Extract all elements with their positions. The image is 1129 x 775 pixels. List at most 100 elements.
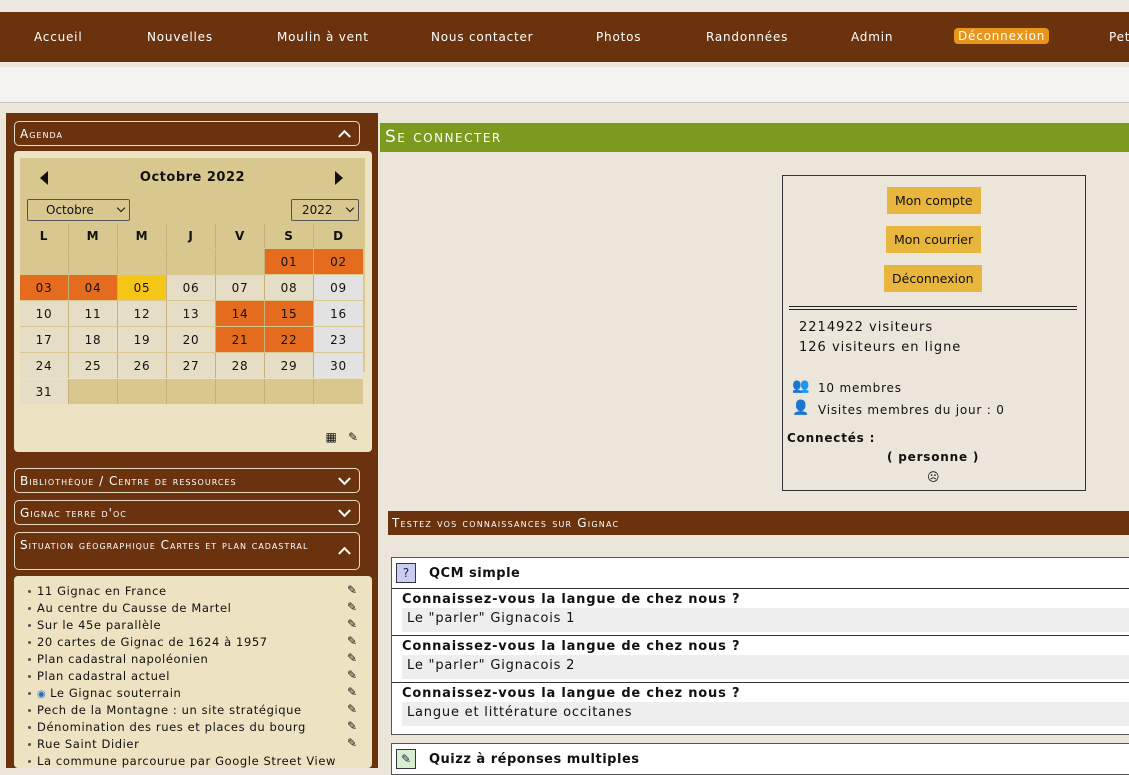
calendar-day[interactable]: 23 [314,327,363,352]
month-select[interactable]: Octobre [27,199,130,221]
list-item-label: Plan cadastral napoléonien [37,652,209,666]
calendar-day[interactable]: 04 [69,275,118,300]
calendar-day[interactable]: 05 [118,275,167,300]
calendar-empty-cell [216,379,265,404]
calendar-week: 01 02 [20,249,366,275]
list-item[interactable]: ◉ Le Gignac souterrain [28,686,181,700]
my-mail-button[interactable]: Mon courrier [886,226,982,253]
calendar-day[interactable]: 15 [265,301,314,326]
accordion-gignac-oc[interactable]: Gignac terre d'oc [14,500,360,525]
nav-randonnees[interactable]: Randonnées [706,30,788,44]
list-item[interactable]: Dénomination des rues et places du bourg [28,720,306,734]
calendar-day[interactable]: 10 [20,301,69,326]
calendar-day[interactable]: 03 [20,275,69,300]
calendar-day[interactable]: 25 [69,353,118,378]
list-item[interactable]: Pech de la Montagne : un site stratégiqu… [28,703,302,717]
edit-icon[interactable]: ✎ [347,651,357,665]
list-item[interactable]: Plan cadastral napoléonien [28,652,208,666]
accordion-bibliotheque[interactable]: Bibliothèque / Centre de ressources [14,468,360,493]
calendar-day[interactable]: 02 [314,249,363,274]
year-select[interactable]: 2022 [291,199,359,221]
edit-icon[interactable]: ✎ [347,702,357,716]
quiz-edit-icon: ✎ [396,749,416,769]
edit-icon[interactable]: ✎ [348,430,358,444]
nav-pet[interactable]: Pet [1109,30,1129,44]
nav-deconnexion[interactable]: Déconnexion [954,28,1050,44]
nav-moulin[interactable]: Moulin à vent [277,30,369,44]
member-visits: Visites membres du jour : 0 [818,403,1005,417]
calendar-empty-cell [265,379,314,404]
month-select-value: Octobre [46,203,94,217]
calendar-day[interactable]: 29 [265,353,314,378]
bullet-icon [28,624,31,627]
quiz-question[interactable]: Connaissez-vous la langue de chez nous ? [402,639,740,654]
quiz-question[interactable]: Connaissez-vous la langue de chez nous ? [402,686,740,701]
calendar-day[interactable]: 16 [314,301,363,326]
list-item[interactable]: 11 Gignac en France [28,584,167,598]
calendar-day[interactable]: 13 [167,301,216,326]
calendar-day[interactable]: 20 [167,327,216,352]
edit-icon[interactable]: ✎ [347,634,357,648]
login-panel: Mon compte Mon courrier Déconnexion 2214… [782,175,1086,491]
calendar-day[interactable]: 01 [265,249,314,274]
nav-admin[interactable]: Admin [851,30,893,44]
calendar-day[interactable]: 07 [216,275,265,300]
edit-icon[interactable]: ✎ [347,719,357,733]
next-month-icon[interactable] [335,171,343,185]
list-item[interactable]: Plan cadastral actuel [28,669,170,683]
edit-icon[interactable]: ✎ [347,583,357,597]
calendar-empty-cell [69,249,118,274]
calendar: Octobre 2022 Octobre 2022 L M M J V S D 01 02 03 0… [14,151,372,452]
calendar-day[interactable]: 09 [314,275,363,300]
quiz-answer-link[interactable]: Le "parler" Gignacois 1 [402,608,1129,632]
edit-icon[interactable]: ✎ [347,736,357,750]
list-item[interactable]: Sur le 45e parallèle [28,618,161,632]
calendar-day[interactable]: 27 [167,353,216,378]
add-event-icon[interactable]: ▦ [326,430,337,444]
calendar-day[interactable]: 11 [69,301,118,326]
weekday-header: V [216,224,265,248]
accordion-agenda[interactable]: Agenda [14,121,360,146]
calendar-day[interactable]: 12 [118,301,167,326]
calendar-empty-cell [20,249,69,274]
nav-photos[interactable]: Photos [596,30,641,44]
quiz-question[interactable]: Connaissez-vous la langue de chez nous ? [402,592,740,607]
my-account-button[interactable]: Mon compte [887,187,981,214]
calendar-day[interactable]: 14 [216,301,265,326]
edit-icon[interactable]: ✎ [347,600,357,614]
calendar-day[interactable]: 24 [20,353,69,378]
main-nav: Accueil Nouvelles Moulin à vent Nous con… [0,12,1129,62]
weekday-header: M [69,224,118,248]
calendar-day[interactable]: 22 [265,327,314,352]
calendar-day[interactable]: 21 [216,327,265,352]
calendar-day[interactable]: 19 [118,327,167,352]
list-item-label: Le Gignac souterrain [50,686,182,700]
quiz-answer-link[interactable]: Langue et littérature occitanes [402,702,1129,726]
list-item[interactable]: 20 cartes de Gignac de 1624 à 1957 [28,635,268,649]
logout-button[interactable]: Déconnexion [884,265,982,292]
sad-face-icon: ☹ [927,470,941,484]
calendar-day[interactable]: 08 [265,275,314,300]
calendar-day[interactable]: 26 [118,353,167,378]
list-item[interactable]: Rue Saint Didier [28,737,139,751]
nav-accueil[interactable]: Accueil [34,30,82,44]
calendar-weekdays: LMMJVSD [20,224,366,249]
edit-icon[interactable]: ✎ [347,617,357,631]
calendar-day[interactable]: 28 [216,353,265,378]
quiz-section-header: Testez vos connaissances sur Gignac [388,511,1129,535]
accordion-situation[interactable]: Situation géographique Cartes et plan ca… [14,532,360,570]
list-item[interactable]: La commune parcourue par Google Street V… [28,754,336,768]
main-content: Se connecter Mon compte Mon courrier Déc… [380,113,1129,775]
nav-nouvelles[interactable]: Nouvelles [147,30,213,44]
weekday-header: D [314,224,363,248]
calendar-day[interactable]: 17 [20,327,69,352]
edit-icon[interactable]: ✎ [347,685,357,699]
list-item[interactable]: Au centre du Causse de Martel [28,601,231,615]
nav-contact[interactable]: Nous contacter [431,30,533,44]
calendar-day[interactable]: 06 [167,275,216,300]
edit-icon[interactable]: ✎ [347,668,357,682]
calendar-day[interactable]: 30 [314,353,363,378]
calendar-day[interactable]: 18 [69,327,118,352]
calendar-day[interactable]: 31 [20,379,69,404]
quiz-answer-link[interactable]: Le "parler" Gignacois 2 [402,655,1129,679]
